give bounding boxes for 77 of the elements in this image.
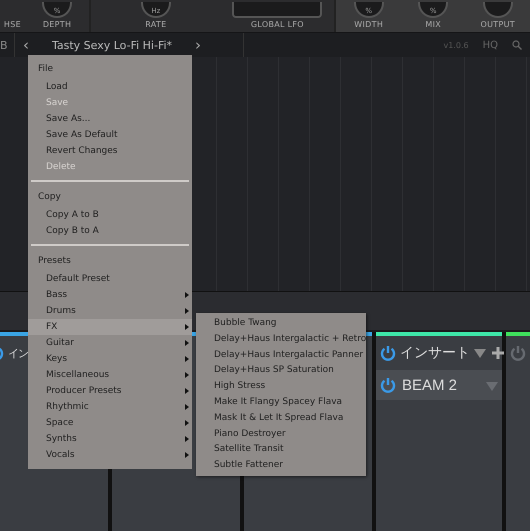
menu-item[interactable]: Copy A to B bbox=[28, 207, 192, 223]
power-icon[interactable] bbox=[380, 377, 396, 393]
submenu-label: FX bbox=[46, 321, 58, 334]
caret-icon bbox=[185, 452, 189, 458]
knob-label: HSE bbox=[4, 20, 21, 29]
insert-label: イン bbox=[8, 346, 28, 360]
submenu-item[interactable]: Vocals bbox=[28, 447, 192, 463]
submenu-item[interactable]: Bass bbox=[28, 287, 192, 303]
caret-icon bbox=[185, 420, 189, 426]
submenu-item[interactable]: Space bbox=[28, 415, 192, 431]
submenu-label: Keys bbox=[46, 353, 68, 366]
preset-item[interactable]: Bubble Twang bbox=[196, 315, 366, 331]
knob-label: RATE bbox=[145, 20, 166, 29]
knob[interactable] bbox=[482, 2, 513, 18]
submenu-label: Vocals bbox=[46, 449, 75, 462]
version-label: v1.0.6 bbox=[444, 40, 469, 50]
dropdown-icon[interactable] bbox=[474, 348, 486, 358]
menu-item[interactable]: Save As... bbox=[28, 111, 192, 127]
insert-label: インサート bbox=[400, 344, 470, 362]
caret-icon bbox=[185, 372, 189, 378]
menu-item[interactable]: Revert Changes bbox=[28, 143, 192, 159]
submenu-label: Bass bbox=[46, 289, 68, 302]
knob-label: MIX bbox=[425, 20, 442, 29]
submenu-item[interactable]: Rhythmic bbox=[28, 399, 192, 415]
submenu-label: Space bbox=[46, 417, 74, 430]
submenu-item[interactable]: FX bbox=[28, 319, 192, 335]
search-icon[interactable] bbox=[512, 40, 522, 50]
knob-label: GLOBAL LFO bbox=[250, 20, 304, 29]
insert-slot[interactable]: BEAM 2 bbox=[376, 370, 502, 400]
menu-section-header: Copy bbox=[37, 191, 62, 204]
menu-section-header: File bbox=[37, 63, 54, 76]
menu-section-header: Presets bbox=[37, 255, 72, 268]
insert-name: BEAM 2 bbox=[402, 376, 458, 394]
knob-label: DEPTH bbox=[42, 20, 72, 29]
preset-item[interactable]: Mask It & Let It Spread Flava bbox=[196, 410, 366, 426]
preset-item[interactable]: Piano Destroyer bbox=[196, 426, 366, 442]
submenu-item[interactable]: Keys bbox=[28, 351, 192, 367]
preset-item[interactable]: Make It Flangy Spacey Flava bbox=[196, 394, 366, 410]
submenu-label: Guitar bbox=[46, 337, 74, 350]
submenu-label: Synths bbox=[46, 433, 77, 446]
submenu-item[interactable]: Producer Presets bbox=[28, 383, 192, 399]
preset-item[interactable]: Subtle Fattener bbox=[196, 457, 366, 473]
caret-icon bbox=[185, 356, 189, 362]
add-icon[interactable] bbox=[492, 347, 504, 359]
menu-item[interactable]: Copy B to A bbox=[28, 223, 192, 239]
submenu-label: Drums bbox=[46, 305, 76, 318]
dropdown-icon[interactable] bbox=[486, 382, 498, 390]
power-icon[interactable] bbox=[510, 345, 526, 361]
submenu-label: Miscellaneous bbox=[46, 369, 110, 382]
caret-icon bbox=[185, 436, 189, 442]
caret-icon bbox=[185, 404, 189, 410]
submenu-label: Rhythmic bbox=[46, 401, 89, 414]
caret-icon bbox=[185, 324, 189, 330]
caret-icon bbox=[185, 388, 189, 394]
knob-label: WIDTH bbox=[354, 20, 384, 29]
caret-icon bbox=[185, 292, 189, 298]
preset-item[interactable]: Delay+Haus SP Saturation bbox=[196, 362, 366, 378]
preset-item[interactable]: Delay+Haus Intergalactic + Retro bbox=[196, 330, 366, 347]
submenu-item[interactable]: Guitar bbox=[28, 335, 192, 351]
caret-icon bbox=[185, 308, 189, 314]
menu-item[interactable]: Save As Default bbox=[28, 127, 192, 143]
knob-label: OUTPUT bbox=[480, 20, 515, 29]
next-preset-button[interactable]: › bbox=[187, 36, 209, 54]
previous-preset-button[interactable]: ‹ bbox=[15, 36, 37, 54]
menu-item[interactable]: Default Preset bbox=[28, 271, 192, 287]
caret-icon bbox=[185, 340, 189, 346]
submenu-item[interactable]: Drums bbox=[28, 303, 192, 319]
preset-item[interactable]: High Stress bbox=[196, 378, 366, 394]
preset-item[interactable]: Delay+Haus Intergalactic Panner bbox=[196, 346, 366, 362]
submenu-item[interactable]: Synths bbox=[28, 431, 192, 447]
preset-item[interactable]: Satellite Transit bbox=[196, 441, 366, 458]
menu-item[interactable]: Load bbox=[28, 79, 192, 95]
preset-name[interactable]: Tasty Sexy Lo-Fi Hi-Fi* bbox=[37, 38, 187, 52]
submenu-label: Producer Presets bbox=[46, 385, 122, 398]
hq-button[interactable]: HQ bbox=[482, 40, 498, 50]
power-icon[interactable] bbox=[380, 345, 396, 361]
submenu-item[interactable]: Miscellaneous bbox=[28, 367, 192, 383]
